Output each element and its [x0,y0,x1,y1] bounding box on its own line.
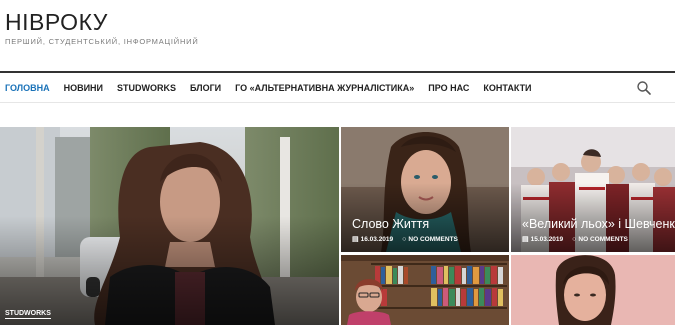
featured-post-main[interactable]: STUDWORKS [0,127,339,325]
post-date: 16.03.2019 [360,235,394,243]
featured-post-4[interactable] [511,255,675,325]
search-icon[interactable] [636,80,652,96]
comment-icon: ○ [572,235,577,243]
post-meta: ▤ 15.03.2019 ○ NO COMMENTS [522,235,628,244]
category-tag[interactable]: STUDWORKS [5,310,51,319]
calendar-icon: ▤ [352,236,359,243]
featured-post-1[interactable]: Слово Життя ▤ 16.03.2019 ○ NO COMMENTS [341,127,509,252]
featured-post-4-image [511,255,675,325]
site-tagline: ПЕРШИЙ, СТУДЕНТСЬКИЙ, ІНФОРМАЦІЙНИЙ [5,37,199,46]
nav-item-contacts[interactable]: КОНТАКТИ [483,83,531,93]
post-meta: ▤ 16.03.2019 ○ NO COMMENTS [352,235,458,244]
nav-item-about[interactable]: ПРО НАС [428,83,469,93]
site-title[interactable]: НІВРОКУ [5,9,108,36]
comment-icon: ○ [402,235,407,243]
featured-post-3-image [341,255,509,325]
featured-post-3[interactable] [341,255,509,325]
calendar-icon: ▤ [522,236,529,243]
nav-menu: ГОЛОВНА НОВИНИ STUDWORKS БЛОГИ ГО «АЛЬТЕ… [5,73,546,103]
nav-item-home[interactable]: ГОЛОВНА [5,83,50,93]
post-title[interactable]: Слово Життя [352,217,429,231]
featured-post-2[interactable]: «Великий льох» і Шевченко ▤ 15.03.2019 ○… [511,127,675,252]
post-comments[interactable]: NO COMMENTS [578,236,627,243]
post-comments[interactable]: NO COMMENTS [408,236,457,243]
nav-item-studworks[interactable]: STUDWORKS [117,83,176,93]
main-navigation: ГОЛОВНА НОВИНИ STUDWORKS БЛОГИ ГО «АЛЬТЕ… [0,71,675,103]
nav-item-news[interactable]: НОВИНИ [64,83,103,93]
post-title[interactable]: «Великий льох» і Шевченко [522,217,675,231]
post-date: 15.03.2019 [530,235,564,243]
nav-item-alternative-journalism[interactable]: ГО «АЛЬТЕРНАТИВНА ЖУРНАЛІСТИКА» [235,83,414,93]
featured-post-main-overlay [0,216,339,325]
nav-item-blogs[interactable]: БЛОГИ [190,83,221,93]
